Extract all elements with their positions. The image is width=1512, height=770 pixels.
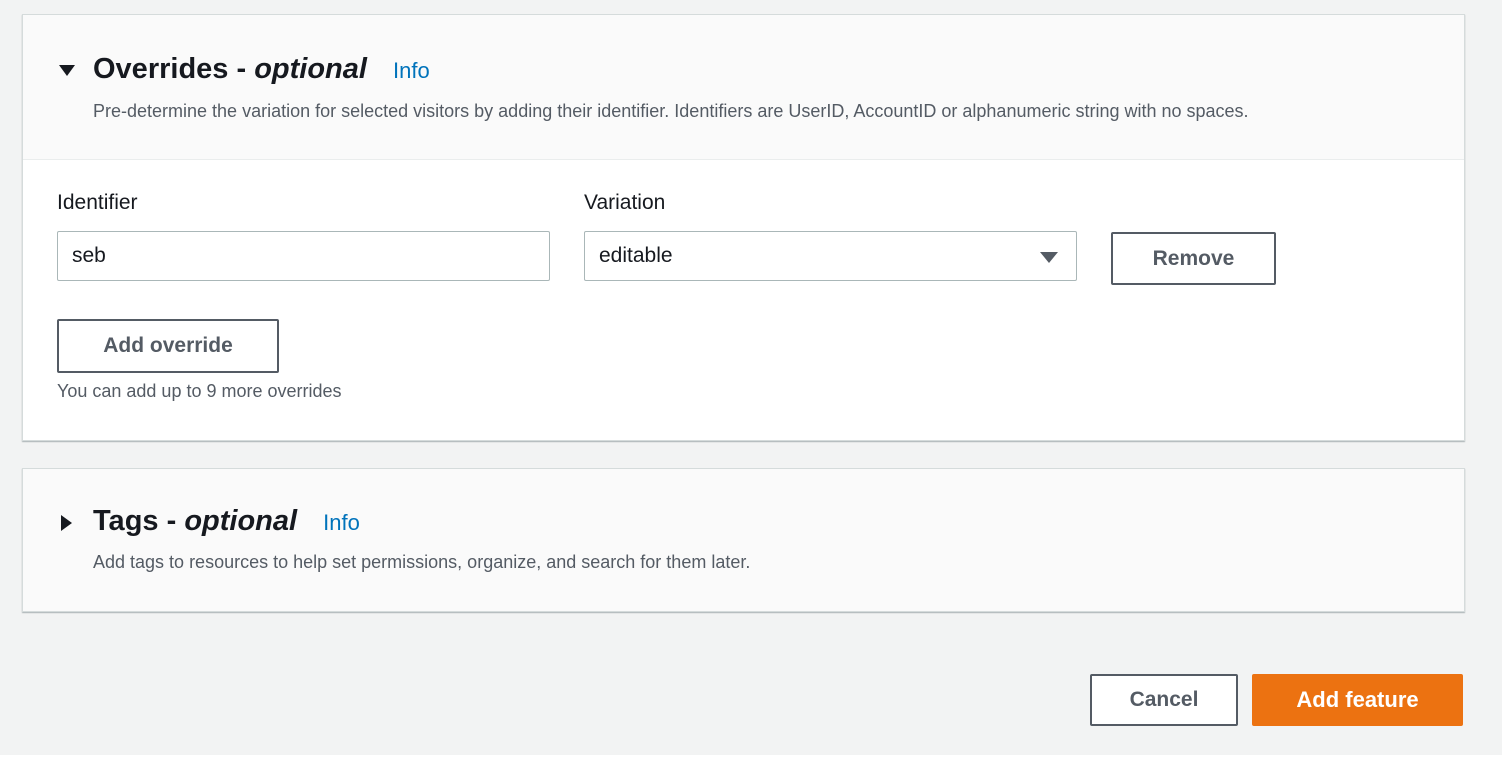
overrides-header[interactable]: Overrides - optional Info Pre-determine … <box>23 15 1464 160</box>
variation-select[interactable]: editable <box>584 231 1077 281</box>
caret-down-icon[interactable] <box>59 65 75 76</box>
cancel-button[interactable]: Cancel <box>1090 674 1238 726</box>
overrides-title-text: Overrides - <box>93 53 247 85</box>
tags-info-link[interactable]: Info <box>323 510 360 535</box>
overrides-title-optional: optional <box>254 53 367 85</box>
remove-button[interactable]: Remove <box>1111 232 1276 285</box>
form-page: Overrides - optional Info Pre-determine … <box>0 0 1502 755</box>
identifier-input[interactable]: seb <box>57 231 550 281</box>
add-override-button[interactable]: Add override <box>57 319 279 373</box>
tags-description: Add tags to resources to help set permis… <box>93 552 751 572</box>
tags-title-optional: optional <box>184 505 298 537</box>
tags-title: Tags - optional Info <box>93 505 360 538</box>
overrides-info-link[interactable]: Info <box>393 58 430 83</box>
variation-selected-value: editable <box>599 244 673 267</box>
tags-panel: Tags - optional Info Add tags to resourc… <box>22 468 1465 612</box>
tags-title-text: Tags - <box>93 505 177 537</box>
overrides-hint: You can add up to 9 more overrides <box>57 381 342 401</box>
overrides-description: Pre-determine the variation for selected… <box>93 101 1249 121</box>
identifier-label: Identifier <box>57 191 138 214</box>
caret-right-icon[interactable] <box>61 515 72 531</box>
overrides-title: Overrides - optional Info <box>93 53 430 86</box>
caret-down-icon <box>1040 252 1058 263</box>
variation-label: Variation <box>584 191 666 214</box>
tags-header[interactable]: Tags - optional Info Add tags to resourc… <box>23 469 1464 611</box>
overrides-panel: Overrides - optional Info Pre-determine … <box>22 14 1465 441</box>
add-feature-button[interactable]: Add feature <box>1252 674 1463 726</box>
